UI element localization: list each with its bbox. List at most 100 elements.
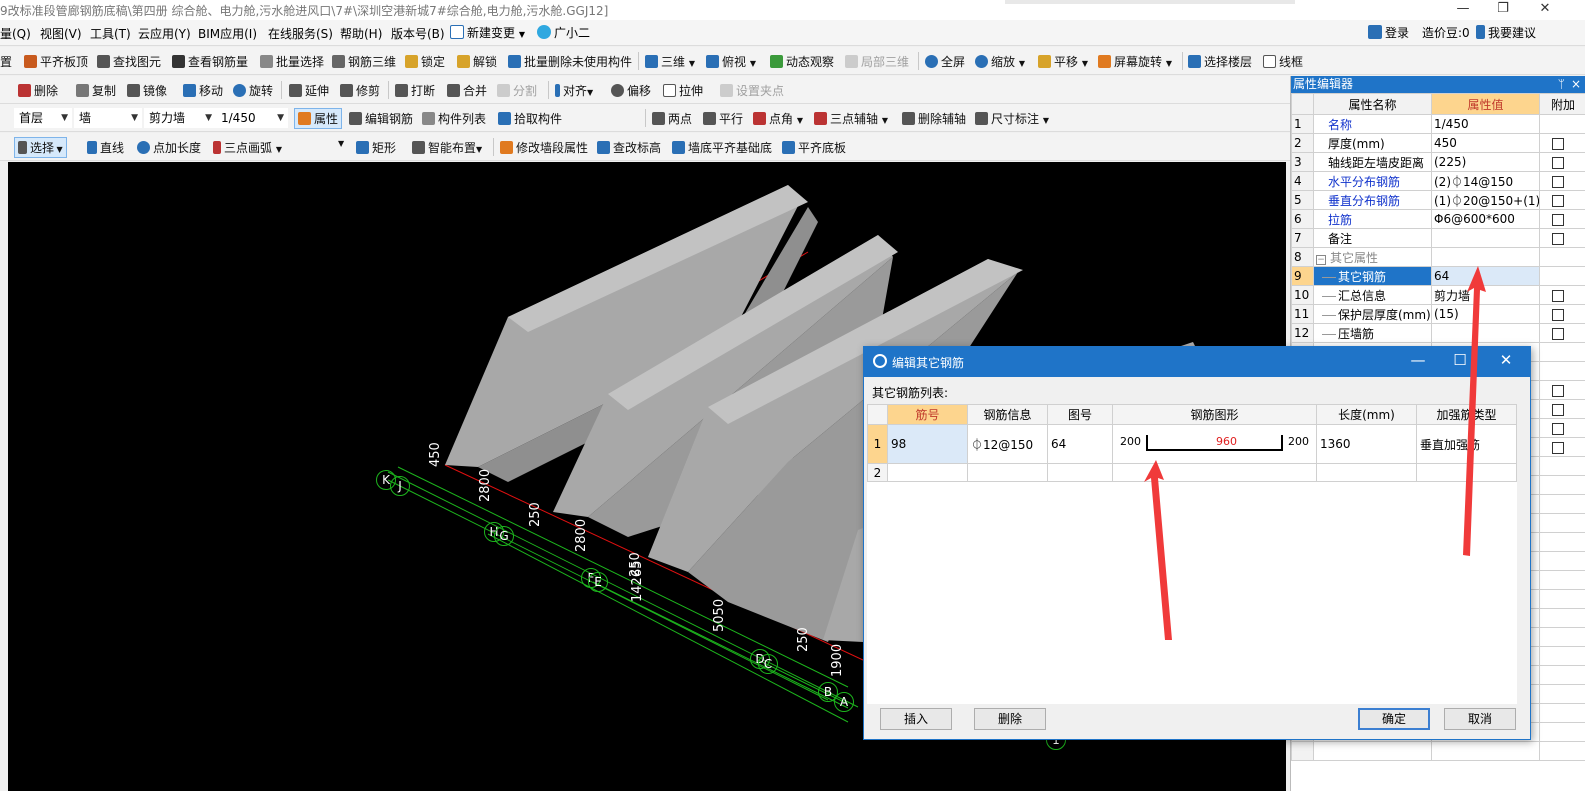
component-select[interactable]: 1/450 ▼ xyxy=(216,108,288,128)
tool-unlock[interactable]: 解锁 xyxy=(457,53,497,70)
append-checkbox[interactable] xyxy=(1552,175,1564,188)
property-row[interactable]: 8− 其它属性 xyxy=(1291,247,1585,267)
tool-top-view[interactable]: 俯视 ▼ xyxy=(706,53,756,70)
tool-align[interactable]: 对齐▼ xyxy=(555,82,593,99)
append-checkbox[interactable] xyxy=(1552,441,1564,454)
property-value[interactable] xyxy=(1431,228,1540,248)
property-row[interactable]: 6 拉筋 Φ6@600*600 xyxy=(1291,209,1585,229)
minimize-button[interactable]: — xyxy=(1443,0,1483,20)
property-value[interactable]: (15) xyxy=(1431,304,1540,324)
tool-stretch[interactable]: 拉伸 xyxy=(663,82,703,99)
three-point-axis-button[interactable]: 三点辅轴 ▼ xyxy=(814,110,888,127)
tool-orbit[interactable]: 动态观察 xyxy=(770,53,834,70)
dimension-button[interactable]: 尺寸标注 ▼ xyxy=(975,110,1049,127)
figure-no-cell[interactable]: 64 xyxy=(1047,424,1113,464)
line-tool[interactable]: 直线 xyxy=(87,139,124,156)
append-checkbox[interactable] xyxy=(1552,156,1564,169)
rebar-row[interactable]: 2 xyxy=(867,463,1517,482)
two-point-axis-button[interactable]: 两点 xyxy=(652,110,692,127)
wall-bottom-flush-tool[interactable]: 墙底平齐基础底 xyxy=(672,139,772,156)
length-cell[interactable]: 1360 xyxy=(1316,424,1417,464)
tool-flush-slab-top[interactable]: 平齐板顶 xyxy=(24,53,88,70)
rebar-info-cell[interactable]: ⏀12@150 xyxy=(967,424,1048,464)
property-value[interactable]: Φ6@600*600 xyxy=(1431,209,1540,229)
parallel-axis-button[interactable]: 平行 xyxy=(703,110,743,127)
select-tool[interactable]: 选择 ▼ xyxy=(14,137,67,158)
tool-select-floor[interactable]: 选择楼层 xyxy=(1188,53,1252,70)
menu-version[interactable]: 版本号(B) xyxy=(391,25,445,42)
property-value[interactable]: (2)⏀14@150 xyxy=(1431,171,1540,191)
append-checkbox[interactable] xyxy=(1552,232,1564,245)
append-checkbox[interactable] xyxy=(1552,403,1564,416)
bar-no-cell[interactable]: 98 xyxy=(887,424,968,464)
ok-button[interactable]: 确定 xyxy=(1358,708,1430,730)
menu-cloud[interactable]: 云应用(Y) xyxy=(138,25,191,42)
property-button[interactable]: 属性 xyxy=(294,108,343,129)
price-beans[interactable]: 造价豆:0 xyxy=(1422,24,1470,41)
rectangle-tool[interactable]: 矩形 xyxy=(356,139,396,156)
suggest-button[interactable]: 我要建议 xyxy=(1476,24,1536,41)
append-checkbox[interactable] xyxy=(1552,289,1564,302)
point-angle-button[interactable]: 点角 ▼ xyxy=(753,110,803,127)
menu-bim[interactable]: BIM应用(I) xyxy=(198,25,257,42)
assistant-button[interactable]: 广小二 xyxy=(537,24,590,41)
pin-icon[interactable]: ᛘ xyxy=(1558,76,1565,93)
tool-fullscreen[interactable]: 全屏 xyxy=(925,53,965,70)
append-checkbox[interactable] xyxy=(1552,213,1564,226)
property-value[interactable] xyxy=(1431,247,1540,267)
tool-setting[interactable]: 置 xyxy=(0,53,12,70)
floor-select[interactable]: 首层 ▼ xyxy=(14,108,72,128)
tool-offset[interactable]: 偏移 xyxy=(611,82,651,99)
shape-middle-length[interactable]: 960 xyxy=(1216,435,1237,448)
reinforce-type-cell[interactable]: 垂直加强筋 xyxy=(1416,424,1517,464)
menu-online[interactable]: 在线服务(S) xyxy=(268,25,333,42)
tool-batch-select[interactable]: 批量选择 xyxy=(260,53,324,70)
menu-quantity[interactable]: 量(Q) xyxy=(0,25,31,42)
tool-merge[interactable]: 合并 xyxy=(447,82,487,99)
component-list-button[interactable]: 构件列表 xyxy=(422,110,486,127)
delete-button[interactable]: 删除 xyxy=(974,708,1046,730)
property-value[interactable]: (1)⏀20@150+(1)⏀ xyxy=(1431,190,1540,210)
property-row[interactable]: 7 备注 xyxy=(1291,228,1585,248)
check-elevation-tool[interactable]: 查改标高 xyxy=(597,139,661,156)
tool-delete[interactable]: 删除 xyxy=(18,82,58,99)
tool-screen-rotate[interactable]: 屏幕旋转 ▼ xyxy=(1098,53,1172,70)
tool-find-element[interactable]: 查找图元 xyxy=(97,53,161,70)
dialog-close-button[interactable]: ✕ xyxy=(1494,351,1518,369)
property-row[interactable]: 10 汇总信息 剪力墙 xyxy=(1291,285,1585,305)
close-button[interactable]: ✕ xyxy=(1525,0,1565,20)
rebar-shape-cell[interactable] xyxy=(1112,463,1317,482)
tool-local-3d[interactable]: 局部三维 xyxy=(845,53,909,70)
pick-component-button[interactable]: 拾取构件 xyxy=(498,110,562,127)
login-button[interactable]: 登录 xyxy=(1368,24,1409,41)
wall-type-select[interactable]: 剪力墙 ▼ xyxy=(144,108,216,128)
arc-dropdown[interactable]: ▼ xyxy=(338,139,344,148)
bar-no-cell[interactable] xyxy=(887,463,968,482)
point-length-tool[interactable]: 点加长度 xyxy=(137,139,201,156)
tool-batch-delete-unused[interactable]: 批量删除未使用构件 xyxy=(508,53,632,70)
dialog-minimize-button[interactable]: — xyxy=(1406,351,1430,369)
delete-axis-button[interactable]: 删除辅轴 xyxy=(902,110,966,127)
three-point-arc-tool[interactable]: 三点画弧 ▼ xyxy=(213,139,282,156)
shape-right-length[interactable]: 200 xyxy=(1288,435,1309,448)
append-checkbox[interactable] xyxy=(1552,194,1564,207)
edit-rebar-button[interactable]: 编辑钢筋 xyxy=(349,110,413,127)
append-checkbox[interactable] xyxy=(1552,422,1564,435)
tool-3d[interactable]: 三维 ▼ xyxy=(645,53,695,70)
property-row[interactable]: 1 名称 1/450 xyxy=(1291,114,1585,134)
new-change-button[interactable]: 新建变更 ▼ xyxy=(450,24,525,41)
tool-pan[interactable]: 平移 ▼ xyxy=(1038,53,1088,70)
property-value[interactable]: 剪力墙 xyxy=(1431,285,1540,305)
length-cell[interactable] xyxy=(1316,463,1417,482)
menu-tools[interactable]: 工具(T) xyxy=(90,25,131,42)
tool-wireframe[interactable]: 线框 xyxy=(1263,53,1303,70)
insert-button[interactable]: 插入 xyxy=(880,708,952,730)
tool-move[interactable]: 移动 xyxy=(183,82,223,99)
element-type-select[interactable]: 墙 ▼ xyxy=(74,108,142,128)
collapse-icon[interactable]: − xyxy=(1316,254,1326,265)
append-checkbox[interactable] xyxy=(1552,308,1564,321)
shape-left-length[interactable]: 200 xyxy=(1120,435,1141,448)
flush-bottom-slab-tool[interactable]: 平齐底板 xyxy=(782,139,846,156)
property-value[interactable]: 450 xyxy=(1431,133,1540,153)
cancel-button[interactable]: 取消 xyxy=(1444,708,1516,730)
